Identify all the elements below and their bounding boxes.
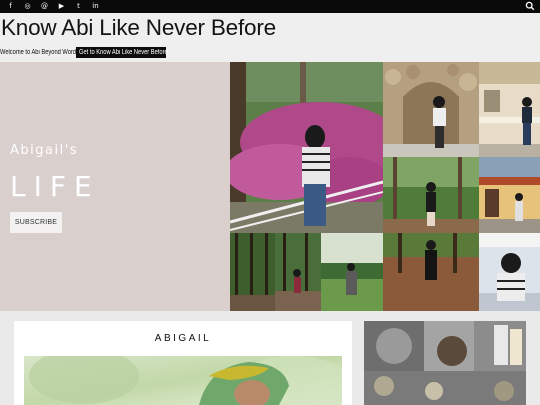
photo-dirt-path[interactable] (383, 233, 479, 311)
facebook-icon[interactable]: f (6, 2, 15, 11)
hero-headline: LIFE (10, 170, 100, 203)
welcome-banner: Welcome to Abi Beyond Words: Get to Know… (0, 47, 168, 58)
threads-icon[interactable]: @ (40, 2, 49, 11)
welcome-link-label: Get to Know Abi Like Never Before (79, 49, 168, 56)
photo-balcony[interactable] (479, 62, 540, 157)
photo-trees-1[interactable] (230, 233, 275, 311)
photo-park[interactable] (321, 233, 383, 311)
welcome-link[interactable]: Get to Know Abi Like Never Before (76, 47, 168, 58)
youtube-icon[interactable]: ▶ (57, 2, 66, 11)
photo-stone-wall[interactable] (383, 62, 479, 157)
photo-window-seat[interactable] (479, 233, 540, 311)
photo-garden[interactable] (230, 62, 383, 233)
photo-trees-2[interactable] (275, 233, 321, 311)
welcome-text: Welcome to Abi Beyond Words: (0, 49, 81, 56)
linkedin-icon[interactable]: in (91, 2, 100, 11)
twitter-icon[interactable]: t (74, 2, 83, 11)
social-bar: f ◎ @ ▶ t in (0, 0, 540, 13)
photo-forest[interactable] (383, 157, 479, 233)
photo-grid (230, 62, 540, 311)
side-photo[interactable] (364, 321, 526, 405)
social-links: f ◎ @ ▶ t in (6, 2, 100, 11)
featured-title[interactable]: ABIGAIL (0, 333, 366, 344)
instagram-icon[interactable]: ◎ (23, 2, 32, 11)
site-title[interactable]: Know Abi Like Never Before (1, 15, 276, 41)
search-icon[interactable] (525, 1, 535, 11)
featured-painting[interactable] (24, 356, 342, 405)
subscribe-button[interactable]: SUBSCRIBE (10, 212, 62, 233)
photo-cafe[interactable] (479, 157, 540, 233)
hero-name: Abigail's (10, 143, 79, 158)
